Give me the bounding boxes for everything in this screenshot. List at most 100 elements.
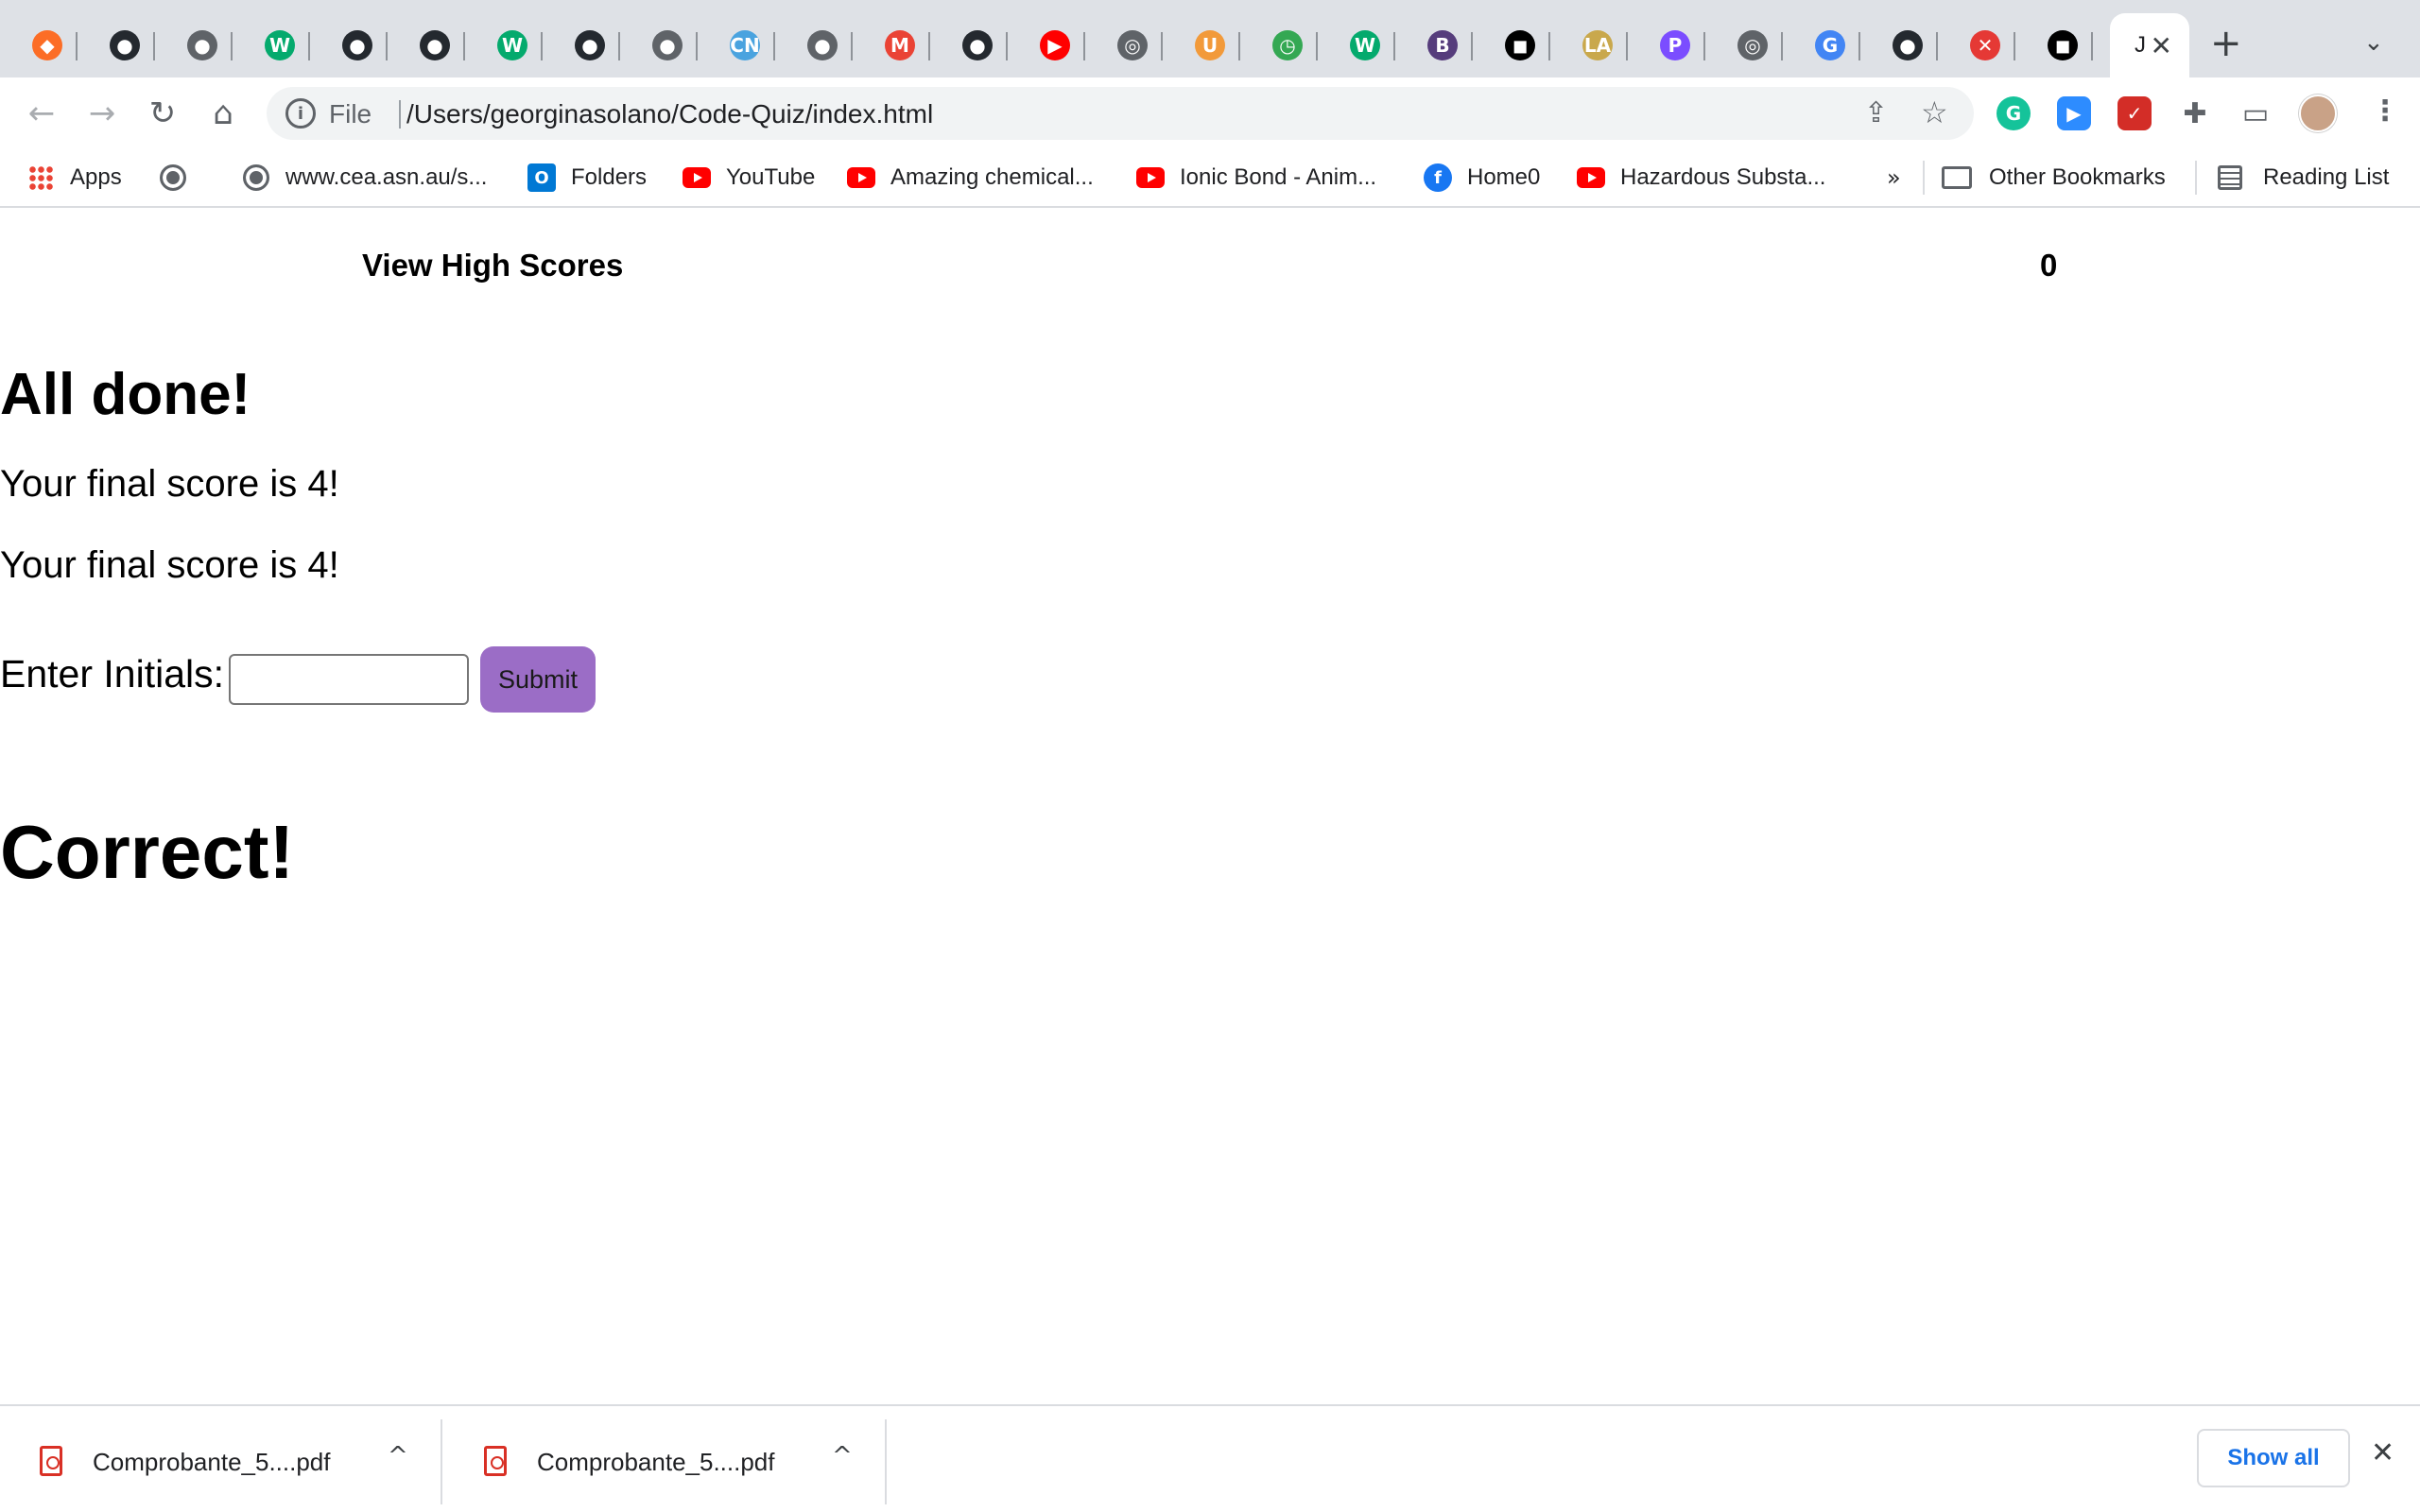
puzzle-icon[interactable]: ✚ xyxy=(2178,96,2212,130)
github-icon: ● xyxy=(342,30,372,60)
initials-input[interactable] xyxy=(229,654,469,705)
google-icon: G xyxy=(1815,30,1845,60)
zoom-icon[interactable]: ▶ xyxy=(2057,96,2091,130)
tab[interactable]: ◼ xyxy=(2015,13,2093,77)
download-item[interactable]: Comprobante_5....pdf ^ xyxy=(0,1419,442,1504)
picsart-icon: P xyxy=(1660,30,1690,60)
close-icon[interactable]: ✕ xyxy=(2371,1436,2394,1469)
star-icon[interactable]: ☆ xyxy=(1921,94,1948,130)
youtube-icon xyxy=(847,163,875,192)
bookmark-other[interactable]: Other Bookmarks xyxy=(1942,161,2166,195)
w3schools-icon: W xyxy=(265,30,295,60)
share-icon[interactable]: ⇪ xyxy=(1864,96,1888,129)
home-button[interactable]: ⌂ xyxy=(204,94,242,132)
avatar[interactable] xyxy=(2299,94,2337,132)
facebook-icon: f xyxy=(1424,163,1452,192)
outlook-icon: O xyxy=(527,163,556,192)
globe-icon: ● xyxy=(652,30,683,60)
tab[interactable]: B xyxy=(1395,13,1473,77)
bookmark-label: www.cea.asn.au/s... xyxy=(285,164,488,190)
youtube-icon xyxy=(683,163,711,192)
page-content: View High Scores 0 All done! Your final … xyxy=(0,210,2420,1404)
tab[interactable]: U xyxy=(1163,13,1240,77)
bookmark-item[interactable]: Ionic Bond - Anim... xyxy=(1136,161,1376,195)
tab[interactable]: ● xyxy=(620,13,698,77)
tab[interactable]: ◷ xyxy=(1240,13,1318,77)
tab[interactable]: P xyxy=(1628,13,1705,77)
initials-label: Enter Initials: xyxy=(0,652,224,696)
reload-button[interactable]: ↻ xyxy=(144,94,182,132)
tab[interactable]: ▶ xyxy=(1008,13,1085,77)
globe-icon: ● xyxy=(187,30,217,60)
address-bar[interactable]: i File /Users/georginasolano/Code-Quiz/i… xyxy=(267,87,1974,140)
view-high-scores-link[interactable]: View High Scores xyxy=(362,248,623,284)
url-text[interactable]: /Users/georginasolano/Code-Quiz/index.ht… xyxy=(406,99,933,129)
w3schools-icon: W xyxy=(1350,30,1380,60)
download-filename[interactable]: Comprobante_5....pdf xyxy=(93,1448,331,1477)
tab[interactable]: LA xyxy=(1550,13,1628,77)
tab[interactable]: ◎ xyxy=(1705,13,1783,77)
bookmark-item[interactable]: f Home0 xyxy=(1424,161,1540,195)
grammarly-icon[interactable]: G xyxy=(1996,96,2031,130)
tab[interactable]: ● xyxy=(155,13,233,77)
tab[interactable]: ● xyxy=(310,13,388,77)
chevron-up-icon[interactable]: ^ xyxy=(832,1442,853,1470)
tab[interactable]: ● xyxy=(78,13,155,77)
pdf-file-icon xyxy=(484,1446,507,1476)
tab[interactable]: M xyxy=(853,13,930,77)
chevron-up-icon[interactable]: ^ xyxy=(388,1442,408,1470)
info-icon[interactable]: i xyxy=(285,98,316,129)
tab[interactable]: ◎ xyxy=(1085,13,1163,77)
download-shelf: Comprobante_5....pdf ^ Comprobante_5....… xyxy=(0,1404,2420,1512)
github-icon: ● xyxy=(420,30,450,60)
globe-icon: ● xyxy=(807,30,838,60)
tab[interactable]: ● xyxy=(543,13,620,77)
tab[interactable]: G xyxy=(1783,13,1860,77)
tab[interactable]: ◆ xyxy=(0,13,78,77)
tab[interactable]: CN xyxy=(698,13,775,77)
tab[interactable]: W xyxy=(233,13,310,77)
cast-icon[interactable]: ▭ xyxy=(2238,96,2273,130)
tab[interactable]: W xyxy=(465,13,543,77)
github-icon: ● xyxy=(110,30,140,60)
tab-strip: J ✕ + ⌄ ◆ ● ● W ● ● W ● ● CN ● M ● ▶ ◎ U ◷ W B ◼ LA P ◎ G ● ✕ ◼ xyxy=(0,0,2420,77)
bookmark-item[interactable]: Amazing chemical... xyxy=(847,161,1094,195)
tab[interactable]: ✕ xyxy=(1938,13,2015,77)
bookmarks-divider xyxy=(1923,161,1925,195)
tab[interactable]: ◼ xyxy=(1473,13,1550,77)
download-item[interactable]: Comprobante_5....pdf ^ xyxy=(444,1419,887,1504)
tab-active[interactable]: J ✕ xyxy=(2110,13,2189,77)
x-tools-icon: ✕ xyxy=(1970,30,2000,60)
clock-icon: ◷ xyxy=(1272,30,1303,60)
url-scheme: File xyxy=(329,99,372,129)
chevron-down-icon[interactable]: ⌄ xyxy=(2363,28,2384,57)
back-button[interactable]: ← xyxy=(23,94,60,132)
close-icon[interactable]: ✕ xyxy=(2151,30,2172,61)
tab[interactable]: W xyxy=(1318,13,1395,77)
tab[interactable]: ● xyxy=(1860,13,1938,77)
bookmarks-overflow-button[interactable]: » xyxy=(1887,161,1901,195)
menu-icon[interactable]: ⋮ xyxy=(2371,94,2399,128)
youtube-icon xyxy=(1577,163,1605,192)
bookmark-item[interactable]: YouTube xyxy=(683,161,815,195)
youtube-icon xyxy=(1136,163,1165,192)
tab[interactable]: ● xyxy=(930,13,1008,77)
forward-button[interactable]: → xyxy=(83,94,121,132)
lastpass-icon[interactable]: ✓ xyxy=(2118,96,2152,130)
show-all-button[interactable]: Show all xyxy=(2197,1429,2350,1487)
download-filename[interactable]: Comprobante_5....pdf xyxy=(537,1448,775,1477)
gmail-icon: M xyxy=(885,30,915,60)
globe-icon xyxy=(159,163,187,192)
submit-button[interactable]: Submit xyxy=(480,646,596,713)
bookmark-item[interactable]: Hazardous Substa... xyxy=(1577,161,1825,195)
chrome-icon: ◎ xyxy=(1737,30,1768,60)
bookmark-item[interactable] xyxy=(159,161,202,195)
new-tab-button[interactable]: + xyxy=(2210,25,2242,62)
tab[interactable]: ● xyxy=(388,13,465,77)
bookmark-apps[interactable]: Apps xyxy=(26,161,122,195)
bookmark-item[interactable]: www.cea.asn.au/s... xyxy=(242,161,487,195)
bootstrap-icon: B xyxy=(1427,30,1458,60)
bookmark-item[interactable]: O Folders xyxy=(527,161,647,195)
bookmark-reading-list[interactable]: Reading List xyxy=(2218,161,2389,195)
tab[interactable]: ● xyxy=(775,13,853,77)
